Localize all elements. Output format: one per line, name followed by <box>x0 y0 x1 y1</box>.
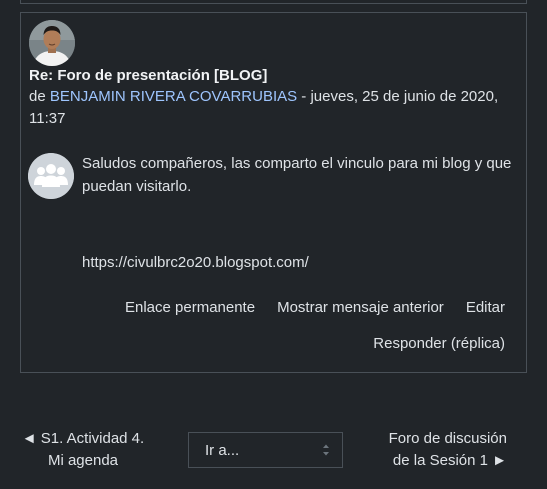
next-activity-link[interactable]: Foro de discusión de la Sesión 1 ► <box>367 428 507 472</box>
author-avatar[interactable] <box>29 20 75 66</box>
permalink-link[interactable]: Enlace permanente <box>125 299 255 316</box>
show-parent-link[interactable]: Mostrar mensaje anterior <box>277 299 444 316</box>
prev-activity-link[interactable]: ◄ S1. Actividad 4. Mi agenda <box>18 428 148 472</box>
previous-post-border <box>20 0 527 4</box>
group-icon <box>28 153 74 199</box>
next-activity-line2: de la Sesión 1 ► <box>392 452 507 469</box>
post-byline: de BENJAMIN RIVERA COVARRUBIAS - jueves,… <box>29 86 509 130</box>
post-subject: Re: Foro de presentación [BLOG] <box>29 67 268 84</box>
select-arrows-icon <box>323 444 329 456</box>
forum-post: Re: Foro de presentación [BLOG] de BENJA… <box>20 12 527 373</box>
group-avatar <box>28 153 74 199</box>
post-actions: Enlace permanente Mostrar mensaje anterio… <box>103 299 505 316</box>
byline-prefix: de <box>29 88 50 105</box>
author-photo-icon <box>29 20 75 66</box>
prev-activity-line1: ◄ S1. Actividad 4. <box>21 430 145 447</box>
jump-to-select[interactable]: Ir a... <box>188 432 343 468</box>
jump-to-label: Ir a... <box>205 442 240 459</box>
reply-link[interactable]: Responder (réplica) <box>373 335 505 352</box>
next-activity-line1: Foro de discusión <box>388 430 507 447</box>
edit-link[interactable]: Editar <box>466 299 505 316</box>
post-url: https://civulbrc2o20.blogspot.com/ <box>82 254 309 271</box>
prev-activity-line2: Mi agenda <box>47 452 119 469</box>
author-link[interactable]: BENJAMIN RIVERA COVARRUBIAS <box>50 88 297 105</box>
post-message: Saludos compañeros, las comparto el vinc… <box>82 155 512 195</box>
